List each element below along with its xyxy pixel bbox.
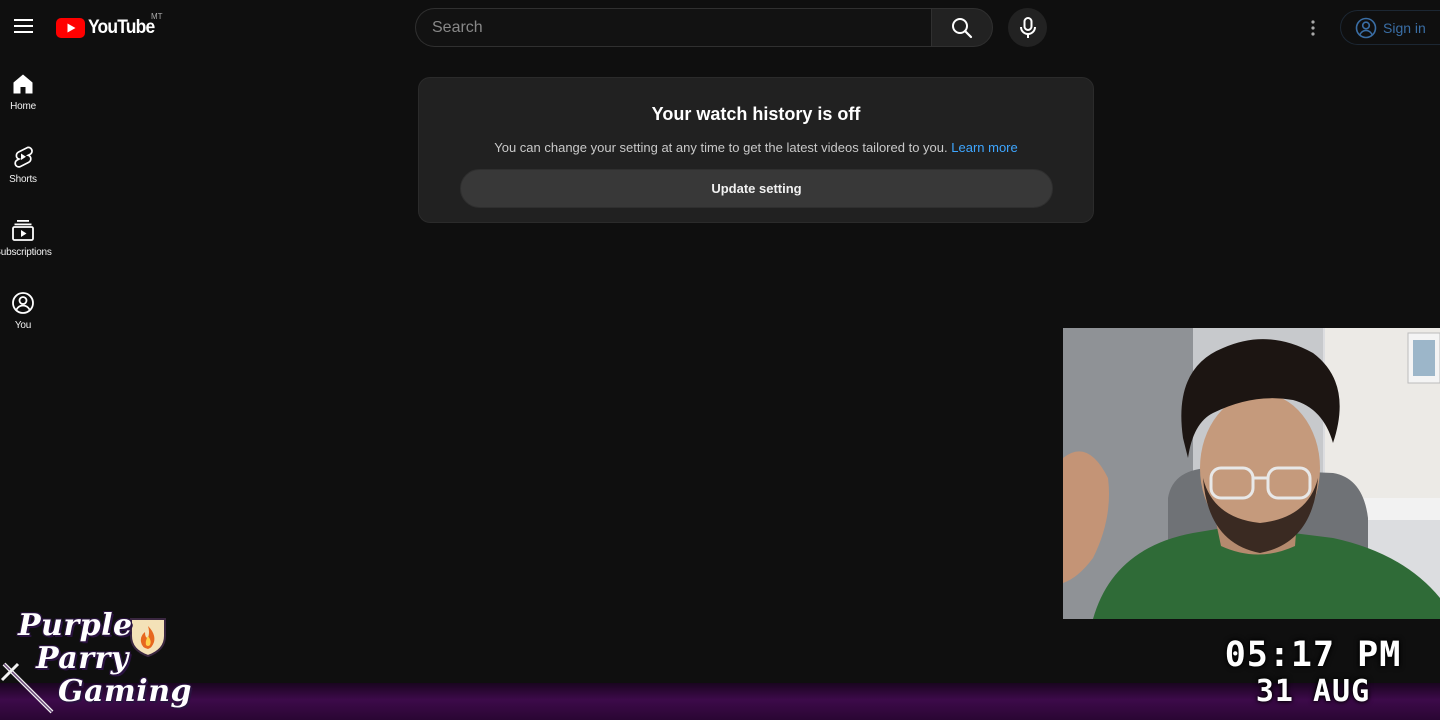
watch-history-off-card: Your watch history is off You can change… bbox=[418, 77, 1094, 223]
history-card-description: You can change your setting at any time … bbox=[419, 140, 1093, 155]
streamer-webcam bbox=[1063, 328, 1440, 619]
search-input[interactable] bbox=[432, 9, 922, 46]
brand-line-parry: Parry bbox=[36, 641, 129, 676]
youtube-play-icon bbox=[56, 18, 85, 38]
brand-line-purple: Purple bbox=[18, 608, 133, 643]
guide-item-shorts[interactable]: Shorts bbox=[0, 129, 46, 202]
history-description-text: You can change your setting at any time … bbox=[494, 140, 948, 155]
guide-label-subscriptions: Subscriptions bbox=[0, 247, 52, 258]
hamburger-menu-icon bbox=[14, 19, 33, 33]
subscriptions-icon bbox=[12, 220, 34, 241]
shield-fire-icon bbox=[130, 618, 166, 658]
search-icon bbox=[952, 17, 973, 38]
mini-guide: Home Shorts Subscriptions You bbox=[0, 56, 52, 348]
guide-item-subscriptions[interactable]: Subscriptions bbox=[0, 202, 52, 275]
masthead: YouTube MT Sign in bbox=[0, 0, 1440, 56]
guide-label-you: You bbox=[14, 320, 32, 331]
sign-in-button[interactable]: Sign in bbox=[1340, 10, 1440, 45]
clock-time: 05:17 PM bbox=[1224, 635, 1402, 675]
account-circle-icon bbox=[1355, 17, 1377, 38]
webcam-feed-image bbox=[1063, 328, 1440, 619]
home-icon bbox=[13, 74, 33, 94]
clock-date: 31 AUG bbox=[1255, 674, 1371, 709]
microphone-icon bbox=[1019, 16, 1036, 38]
shorts-icon bbox=[14, 146, 33, 168]
voice-search-button[interactable] bbox=[1008, 8, 1047, 47]
more-vert-icon bbox=[1311, 20, 1315, 36]
guide-label-home: Home bbox=[10, 101, 36, 112]
youtube-wordmark: YouTube bbox=[88, 17, 155, 38]
brand-line-gaming: Gaming bbox=[58, 674, 192, 709]
guide-label-shorts: Shorts bbox=[9, 174, 37, 185]
history-card-title: Your watch history is off bbox=[651, 104, 861, 124]
guide-menu-button[interactable] bbox=[4, 6, 44, 46]
settings-menu-button[interactable] bbox=[1296, 11, 1330, 45]
sign-in-label: Sign in bbox=[1383, 19, 1426, 36]
youtube-logo[interactable]: YouTube bbox=[56, 15, 160, 41]
purple-parry-gaming-logo: Purple Parry Gaming bbox=[0, 604, 192, 716]
you-icon bbox=[12, 292, 34, 314]
stream-clock: 05:17 PM 31 AUG bbox=[1200, 636, 1426, 710]
learn-more-link[interactable]: Learn more bbox=[951, 140, 1017, 155]
guide-item-you[interactable]: You bbox=[0, 275, 46, 348]
search-button[interactable] bbox=[931, 8, 993, 47]
guide-item-home[interactable]: Home bbox=[0, 56, 46, 129]
update-setting-button[interactable]: Update setting bbox=[460, 169, 1053, 208]
country-code: MT bbox=[151, 12, 163, 21]
search-box[interactable] bbox=[415, 8, 932, 47]
